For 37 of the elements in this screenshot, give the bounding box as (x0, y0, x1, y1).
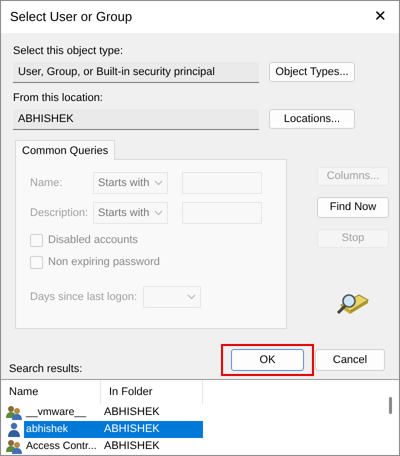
users-icon (6, 405, 23, 420)
side-button[interactable]: Find Now (317, 196, 389, 218)
dialog-button[interactable]: Cancel (315, 349, 385, 371)
column-header[interactable]: Name (1, 380, 101, 404)
user-icon (6, 422, 23, 437)
folder-cell-text: ABHISHEK (103, 405, 160, 420)
name-cell-text: abhishek (25, 422, 70, 437)
chevron-icon (187, 294, 196, 300)
close-button[interactable]: ✕ (370, 9, 391, 24)
location-field[interactable]: ABHISHEK (13, 108, 259, 130)
dialog-button[interactable]: OK (231, 349, 304, 371)
result-row[interactable]: abhishek ABHISHEK (24, 421, 203, 438)
locations-button[interactable]: Locations... (269, 109, 355, 130)
field-label: From this location: (13, 90, 104, 105)
object-types-button[interactable]: Object Types... (269, 62, 355, 82)
days-label: Days since last logon: (30, 290, 137, 305)
results-label: Search results: (9, 362, 82, 376)
chevron-icon (154, 210, 163, 216)
chevron-icon (154, 180, 163, 186)
field-label: Select this object type: (13, 44, 124, 58)
tab[interactable]: Common Queries (15, 140, 116, 160)
users-icon (6, 439, 23, 454)
query-label: Description: (30, 206, 90, 221)
name-cell-text: __vmware__ (24, 405, 88, 420)
checkbox-label: Disabled accounts (48, 233, 138, 248)
query-label: Name: (30, 176, 64, 191)
scrollbar-thumb[interactable] (389, 397, 392, 414)
result-row[interactable]: __vmware__ ABHISHEK (24, 404, 203, 421)
checkbox-label: Non expiring password (48, 254, 160, 270)
column-header[interactable]: In Folder (101, 380, 203, 404)
name-cell-text: Access Contr... (25, 439, 98, 454)
window-title: Select User or Group (10, 8, 132, 26)
folder-cell-text: ABHISHEK (103, 439, 160, 454)
object-type-field[interactable]: User, Group, or Built-in security principal (13, 62, 259, 83)
days-dropdown[interactable] (143, 286, 201, 308)
result-row[interactable]: Access Contr... ABHISHEK (24, 438, 203, 455)
folder-cell-text: ABHISHEK (103, 422, 160, 437)
